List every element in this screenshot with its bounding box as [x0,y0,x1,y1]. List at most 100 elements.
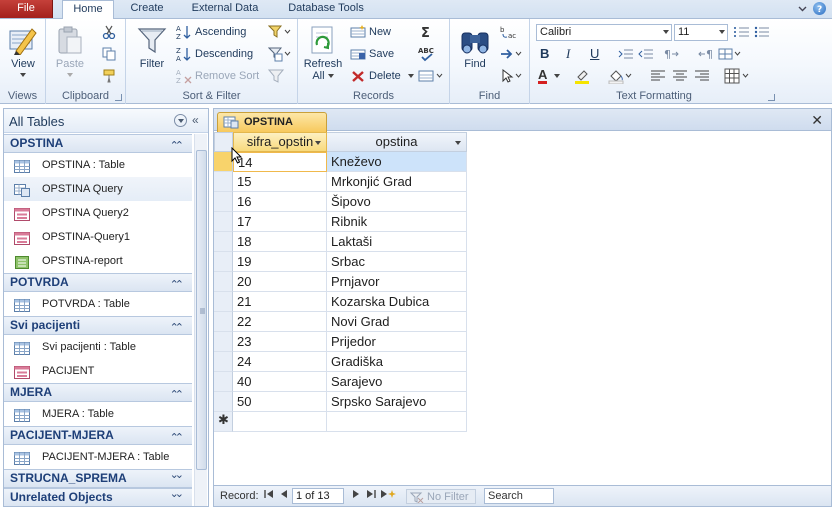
row-selector[interactable] [214,352,233,372]
cut-button[interactable] [102,23,119,41]
fill-color-button[interactable] [608,67,637,85]
sort-ascending-button[interactable]: A Z Ascending [176,23,246,41]
cell-opstina[interactable]: Šipovo [327,192,467,212]
gridlines-button[interactable] [718,45,745,63]
cell-opstina[interactable] [327,412,467,432]
column-header-opstina[interactable]: opstina [327,132,467,152]
more-records-button[interactable] [418,67,447,85]
cell-opstina[interactable]: Kneževo [327,152,467,172]
column-filter-dropdown-icon[interactable] [455,141,461,145]
cell-sifra-opstin[interactable]: 20 [233,272,327,292]
row-selector[interactable] [214,392,233,412]
help-icon[interactable]: ? [813,2,826,15]
row-selector[interactable]: ✱ [214,412,233,432]
replace-button[interactable]: b ac [500,23,521,41]
row-selector[interactable] [214,192,233,212]
align-left-button[interactable] [650,67,669,85]
align-center-button[interactable] [672,67,691,85]
cell-sifra-opstin[interactable]: 40 [233,372,327,392]
tab-database-tools[interactable]: Database Tools [278,0,374,18]
selection-button[interactable] [268,23,295,41]
cell-opstina[interactable]: Gradiška [327,352,467,372]
nav-group-header[interactable]: MJERA ⌃⌃ [4,383,192,402]
cell-sifra-opstin[interactable]: 17 [233,212,327,232]
cell-opstina[interactable]: Novi Grad [327,312,467,332]
filter-button[interactable]: Filter [134,25,170,70]
clipboard-launcher-icon[interactable] [115,94,122,101]
column-header-sifra-opstin[interactable]: sifra_opstin [233,132,327,152]
navigation-pane-header[interactable]: All Tables « [4,109,208,133]
new-record-button[interactable]: New [350,23,391,41]
decrease-indent-button[interactable] [638,45,657,63]
cell-sifra-opstin[interactable]: 19 [233,252,327,272]
nav-group-header[interactable]: PACIJENT-MJERA ⌃⌃ [4,426,192,445]
bold-button[interactable]: B [540,45,549,63]
find-button[interactable]: Find [456,25,494,70]
tab-home[interactable]: Home [62,0,114,19]
nav-group-header[interactable]: STRUCNA_SPREMA ⌄⌄ [4,469,192,488]
nav-item[interactable]: OPSTINA Query [4,177,192,201]
nav-item[interactable]: POTVRDA : Table [4,292,192,316]
cell-opstina[interactable]: Kozarska Dubica [327,292,467,312]
cell-sifra-opstin[interactable]: 23 [233,332,327,352]
cell-opstina[interactable]: Srpsko Sarajevo [327,392,467,412]
save-button[interactable]: Save [350,45,394,63]
cell-opstina[interactable]: Prnjavor [327,272,467,292]
row-selector[interactable] [214,212,233,232]
search-field[interactable]: Search [484,488,554,504]
current-record-field[interactable]: 1 of 13 [292,488,344,504]
row-selector[interactable] [214,272,233,292]
font-name-combo[interactable]: Calibri [536,24,672,41]
underline-button[interactable]: U [590,45,599,63]
cell-opstina[interactable]: Prijedor [327,332,467,352]
cell-opstina[interactable]: Ribnik [327,212,467,232]
cell-sifra-opstin[interactable]: 50 [233,392,327,412]
cell-opstina[interactable]: Srbac [327,252,467,272]
refresh-all-button[interactable]: Refresh All [302,25,344,82]
nav-item[interactable]: MJERA : Table [4,402,192,426]
new-record-nav-icon[interactable] [380,489,396,504]
totals-button[interactable]: Σ [420,23,437,41]
cell-sifra-opstin[interactable]: 21 [233,292,327,312]
chevron-down-icon[interactable]: ⌄⌄ [170,486,185,503]
last-record-icon[interactable] [366,489,376,504]
delete-button[interactable]: Delete [350,67,414,85]
text-formatting-launcher-icon[interactable] [768,94,775,101]
nav-scrollbar[interactable] [194,134,207,506]
nav-group-header[interactable]: Svi pacijenti ⌃⌃ [4,316,192,335]
first-record-icon[interactable] [264,489,274,504]
row-selector[interactable] [214,312,233,332]
alternate-row-color-button[interactable] [724,67,753,85]
no-filter-button[interactable]: No Filter [406,489,476,504]
cell-sifra-opstin[interactable]: 14 [233,152,327,172]
nav-menu-dropdown-icon[interactable] [174,114,187,127]
nav-item[interactable]: PACIJENT [4,359,192,383]
italic-button[interactable]: I [566,45,570,63]
cell-sifra-opstin[interactable] [233,412,327,432]
cell-opstina[interactable]: Laktaši [327,232,467,252]
spelling-button[interactable]: ABC [418,45,439,63]
column-filter-dropdown-icon[interactable] [315,141,321,145]
tab-external-data[interactable]: External Data [182,0,268,18]
highlight-button[interactable] [574,67,595,85]
view-button[interactable]: View [4,25,42,77]
ltr-button[interactable]: ¶ [664,45,691,63]
font-color-button[interactable]: A [538,67,561,85]
nav-item[interactable]: OPSTINA Query2 [4,201,192,225]
close-document-icon[interactable]: ✕ [811,112,823,129]
chevron-down-icon[interactable]: ⌄⌄ [170,467,185,484]
tab-create[interactable]: Create [122,0,172,18]
next-record-icon[interactable] [352,489,360,504]
nav-item[interactable]: PACIJENT-MJERA : Table [4,445,192,469]
numbering-button[interactable] [734,23,753,41]
previous-record-icon[interactable] [280,489,288,504]
collapse-pane-icon[interactable]: « [192,113,199,127]
nav-group-header[interactable]: Unrelated Objects ⌄⌄ [4,488,192,506]
navigation-pane-title[interactable]: All Tables [9,114,64,129]
row-selector[interactable] [214,332,233,352]
cell-opstina[interactable]: Sarajevo [327,372,467,392]
select-button[interactable] [500,67,527,85]
nav-scrollbar-thumb[interactable] [196,150,207,470]
copy-button[interactable] [102,45,119,63]
nav-group-header[interactable]: OPSTINA ⌃⌃ [4,134,192,153]
